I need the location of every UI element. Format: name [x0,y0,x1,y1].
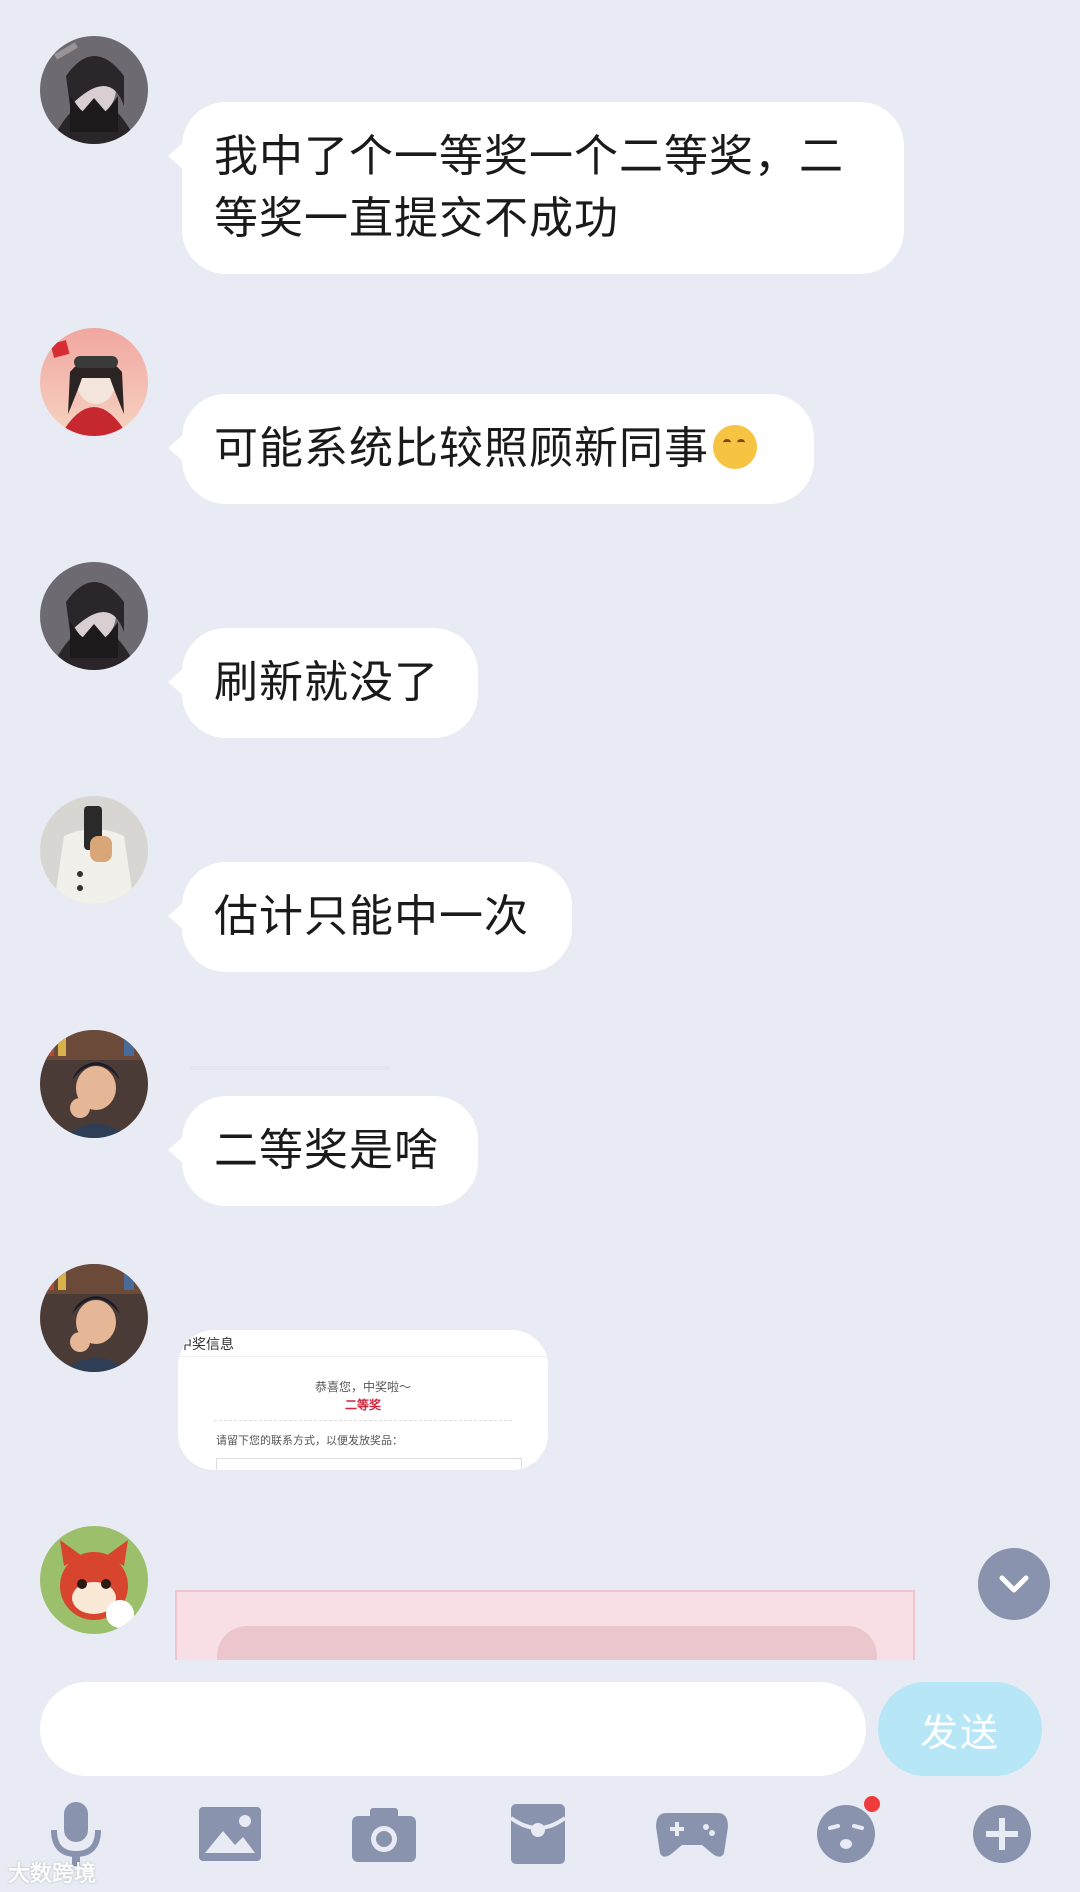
sender-name-placeholder [190,1066,390,1070]
message-text: 可能系统比较照顾新同事 [214,423,709,474]
card-contact-field [216,1458,522,1470]
avatar[interactable] [40,1526,148,1634]
message-input[interactable] [40,1682,866,1776]
image-message[interactable]: 中奖信息 恭喜您，中奖啦～ 二等奖 请留下您的联系方式，以便发放奖品： [178,1330,548,1470]
message-bubble[interactable]: 二等奖是啥 [168,1096,478,1206]
chat-toolbar [0,1780,1080,1892]
image-button[interactable] [190,1794,270,1874]
game-button[interactable] [652,1794,732,1874]
sticker-card-inner [217,1626,877,1660]
smile-emoji-icon [713,425,757,469]
message-text: 我中了个一等奖一个二等奖，二等奖一直提交不成功 [214,131,844,244]
red-packet-icon [511,1804,565,1864]
card-title: 中奖信息 [178,1337,234,1353]
card-instruction-text: 请留下您的联系方式，以便发放奖品： [216,1434,403,1447]
avatar[interactable] [40,36,148,144]
message-bubble[interactable]: 可能系统比较照顾新同事 [168,394,814,504]
avatar[interactable] [40,328,148,436]
notification-badge [864,1796,880,1812]
emoji-button[interactable] [806,1794,886,1874]
avatar[interactable] [40,562,148,670]
message-text: 刷新就没了 [214,657,439,708]
chevron-down-icon [999,1575,1029,1593]
sticker-card-message[interactable] [175,1590,915,1660]
card-prize-text: 二等奖 [344,1398,381,1412]
card-congrats-text: 恭喜您，中奖啦～ [314,1380,411,1394]
message-text: 估计只能中一次 [214,891,529,942]
message-bubble[interactable]: 估计只能中一次 [168,862,572,972]
avatar[interactable] [40,796,148,904]
message-bubble[interactable]: 刷新就没了 [168,628,478,738]
game-controller-icon [656,1813,728,1857]
divider [214,1420,512,1421]
camera-icon [352,1808,416,1862]
avatar[interactable] [40,1264,148,1372]
message-input-area: 发送 [0,1660,1080,1776]
watermark-logo: 大数跨境 [8,1862,97,1887]
send-button[interactable]: 发送 [878,1682,1042,1776]
message-text: 二等奖是啥 [214,1125,439,1176]
chat-message-list[interactable]: 我中了个一等奖一个二等奖，二等奖一直提交不成功 可能系统比较照顾新同事 刷新就没… [0,0,1080,1660]
emoji-icon [817,1805,875,1863]
plus-icon [973,1805,1031,1863]
message-bubble[interactable]: 我中了个一等奖一个二等奖，二等奖一直提交不成功 [168,102,904,274]
scroll-to-bottom-button[interactable] [978,1548,1050,1620]
camera-button[interactable] [344,1794,424,1874]
avatar[interactable] [40,1030,148,1138]
red-packet-button[interactable] [498,1794,578,1874]
divider [178,1356,548,1357]
more-button[interactable] [962,1794,1042,1874]
image-icon [199,1807,261,1861]
